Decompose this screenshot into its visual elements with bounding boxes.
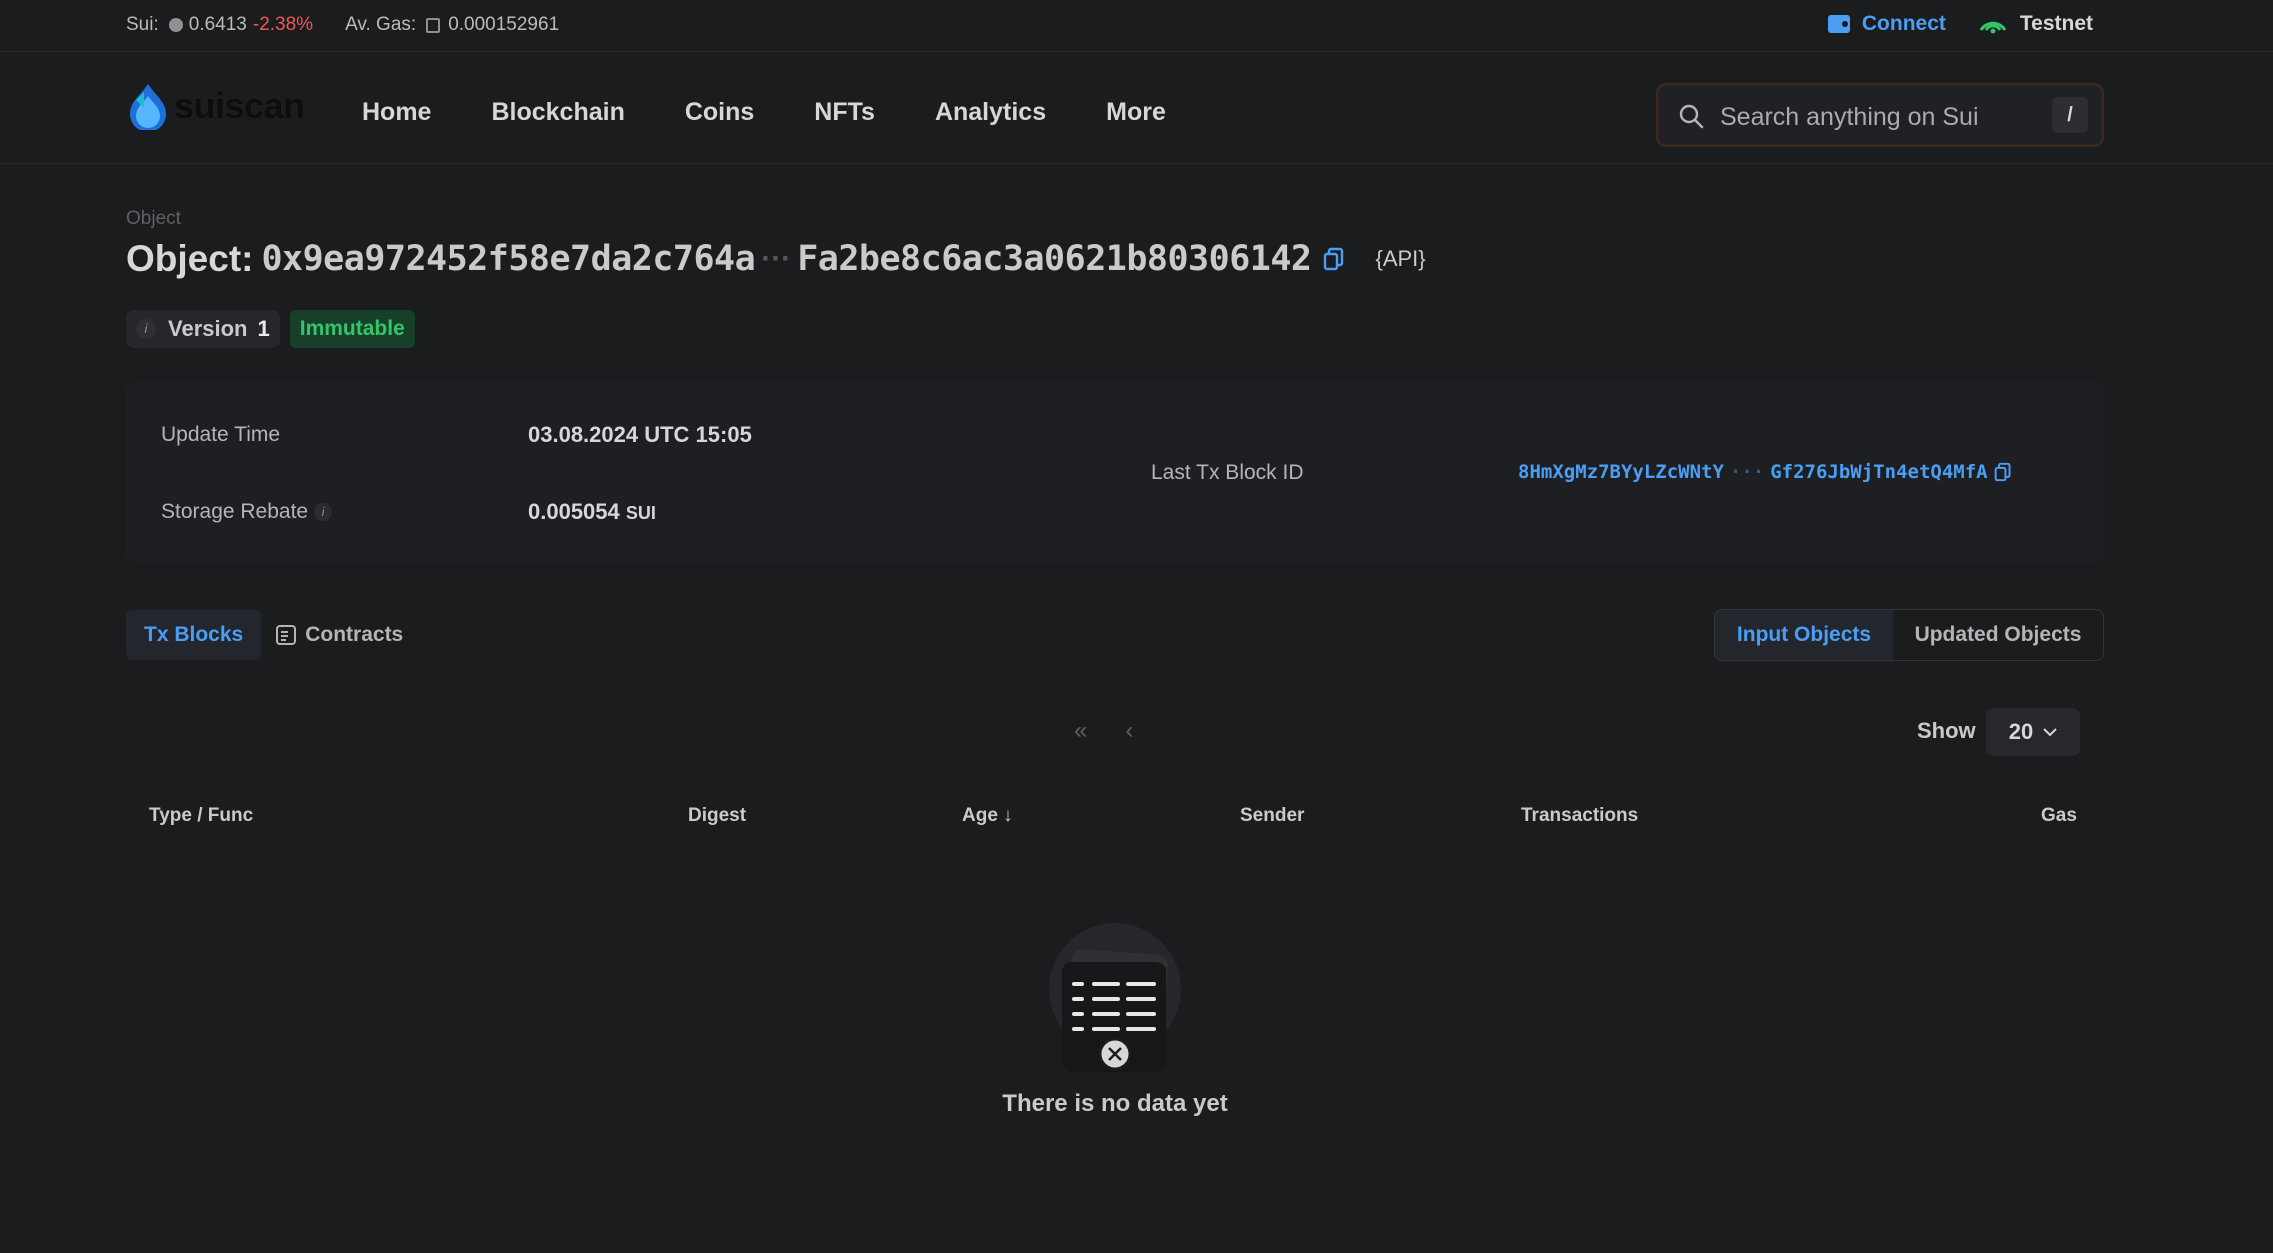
chevron-down-icon [2043,728,2057,737]
status-badge: Immutable [289,310,415,348]
version-value: 1 [257,316,270,341]
info-icon[interactable]: i [136,319,156,339]
page-size-select[interactable]: 20 [1986,708,2080,756]
prev-page-button[interactable]: ‹ [1125,717,1133,745]
contract-icon [276,625,297,645]
object-badges: i Version 1 Immutable [126,310,415,348]
page-title: Object: 0x9ea972452f58e7da2c764a ··· Fa2… [126,238,1426,280]
gas-pump-icon [426,17,441,33]
search-input[interactable]: Search anything on Sui / [1656,83,2104,147]
show-label: Show [1917,718,1976,743]
wallet-icon [1827,15,1850,33]
column-sender: Sender [1240,805,1305,826]
storage-rebate-label-row: Storage Rebate i [161,500,333,524]
column-digest: Digest [688,805,747,826]
gas-value: 0.000152961 [448,14,560,35]
tab-bar: Tx Blocks Contracts [126,610,417,660]
storage-rebate-value: 0.005054 [528,499,620,524]
tab-contracts[interactable]: Contracts [261,610,417,660]
nav-home[interactable]: Home [362,98,431,127]
empty-list-icon [1049,923,1181,1072]
object-id-end: Fa2be8c6ac3a0621b80306142 [797,239,1312,279]
last-block-end: Gf276JbWjTn4etQ4MfA [1770,461,1988,483]
empty-state-message: There is no data yet [1002,1090,1228,1117]
title-prefix: Object: [126,238,254,279]
search-shortcut-key: / [2052,97,2088,133]
api-link[interactable]: {API} [1375,246,1425,272]
info-icon[interactable]: i [314,503,333,522]
last-block-separator: ··· [1729,461,1765,483]
nav-analytics[interactable]: Analytics [935,98,1046,127]
connect-label: Connect [1861,12,1946,35]
storage-rebate-value-row: 0.005054 SUI [528,499,656,525]
tab-tx-blocks[interactable]: Tx Blocks [126,610,262,660]
nav-links: Home Blockchain Coins NFTs Analytics Mor… [362,98,1226,127]
last-block-label: Last Tx Block ID [1151,461,1304,484]
tab-contracts-label: Contracts [305,623,404,646]
network-signal-icon [1979,21,2007,34]
sui-change: -2.38% [252,14,314,35]
updated-objects-toggle[interactable]: Updated Objects [1893,610,2103,660]
nav-more[interactable]: More [1106,98,1166,127]
input-objects-toggle[interactable]: Input Objects [1715,610,1893,660]
first-page-button[interactable]: « [1074,717,1087,745]
breadcrumb[interactable]: Object [126,208,181,230]
main-nav: suiscan Home Blockchain Coins NFTs Analy… [0,52,2273,164]
connect-button[interactable]: Connect [1827,12,1946,36]
update-time-value: 03.08.2024 UTC 15:05 [528,422,752,447]
object-filter-toggle: Input Objects Updated Objects [1714,609,2104,661]
price-ticker: Sui: 0.6413 -2.38% Av. Gas: 0.000152961 [126,14,565,36]
storage-rebate-label: Storage Rebate [161,500,309,523]
last-block-link[interactable]: 8HmXgMz7BYyLZcWNtY ··· Gf276JbWjTn4etQ4M… [1518,461,2012,483]
column-age[interactable]: Age ↓ [962,805,1013,827]
search-placeholder: Search anything on Sui [1720,103,1979,131]
copy-icon[interactable] [1994,462,2012,482]
version-label: Version [168,316,248,341]
column-transactions: Transactions [1521,805,1639,826]
copy-icon[interactable] [1323,247,1345,271]
column-type-func: Type / Func [149,805,254,826]
sui-label: Sui: [126,14,159,35]
search-icon [1679,104,1704,129]
network-label: Testnet [2019,12,2093,35]
storage-rebate-unit: SUI [625,503,656,523]
suiscan-logo-icon [130,84,166,130]
update-time-label: Update Time [161,423,281,446]
sui-price: 0.6413 [188,14,247,35]
nav-coins[interactable]: Coins [685,98,754,127]
network-selector[interactable]: Testnet [1978,12,2093,36]
object-id-start: 0x9ea972452f58e7da2c764a [261,239,756,279]
page-size-value: 20 [2008,719,2034,744]
sui-coin-icon [168,18,183,32]
suiscan-logo[interactable]: suiscan [126,82,305,130]
version-badge: i Version 1 [126,310,280,348]
ticker-bar: Sui: 0.6413 -2.38% Av. Gas: 0.000152961 … [0,0,2273,52]
nav-blockchain[interactable]: Blockchain [491,98,624,127]
column-gas: Gas [2041,805,2077,826]
gas-label: Av. Gas: [345,14,417,35]
last-block-start: 8HmXgMz7BYyLZcWNtY [1518,461,1724,483]
logo-text: suiscan [174,85,305,126]
pagination: « ‹ [1074,717,1171,745]
object-id-separator: ··· [761,242,792,275]
nav-nfts[interactable]: NFTs [814,98,875,127]
